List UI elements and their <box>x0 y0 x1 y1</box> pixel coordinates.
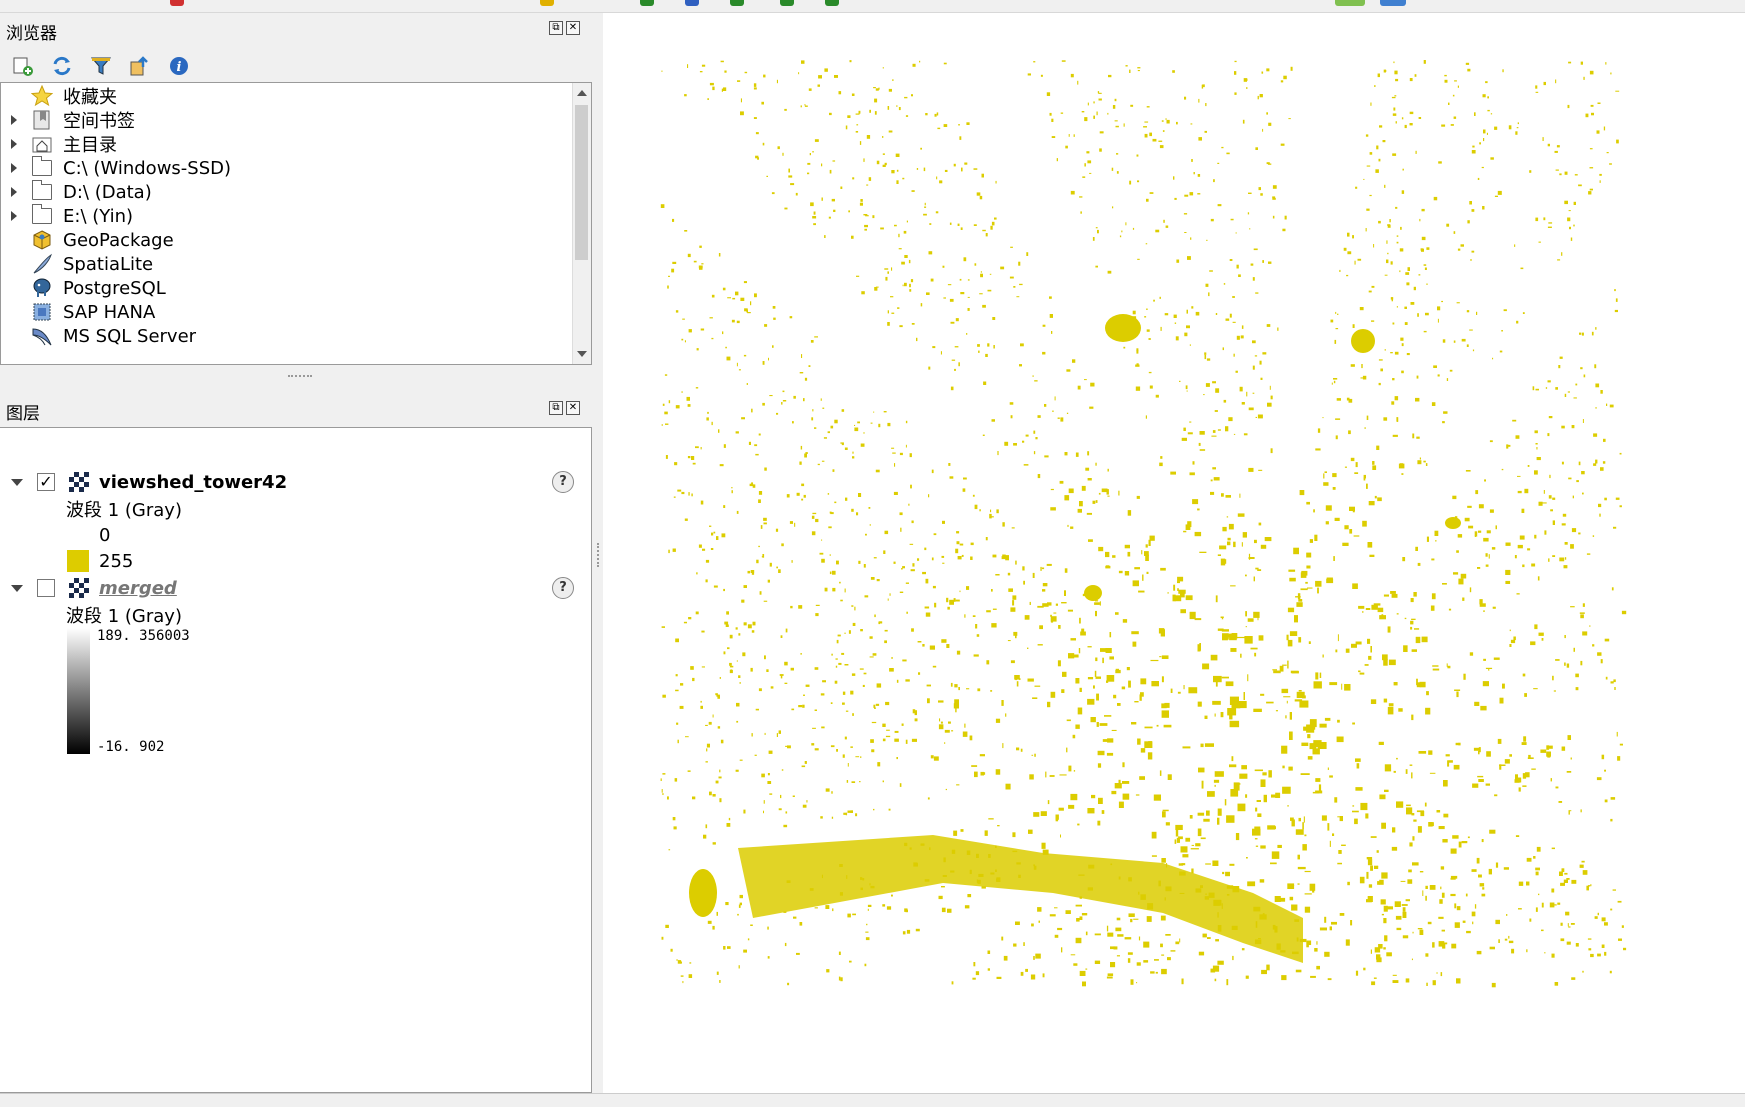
splitter-handle[interactable] <box>288 375 312 380</box>
status-bar-edge <box>0 1093 1745 1107</box>
top-toolbar-strip <box>0 0 1745 13</box>
layers-panel-title: 图层 <box>6 404 40 424</box>
expand-arrow-icon[interactable] <box>11 163 17 173</box>
toolbar-icon[interactable] <box>1380 0 1406 6</box>
browser-item-label: 收藏夹 <box>63 87 117 108</box>
browser-item-label: D:\ (Data) <box>63 181 152 203</box>
layers-panel: 图层 ⧉ ✕ εx ✓ <box>0 393 592 1093</box>
layer-row-viewshed[interactable]: ✓ viewshed_tower42 ? <box>0 469 590 495</box>
browser-item-label: PostgreSQL <box>63 277 166 299</box>
browser-item-label: C:\ (Windows-SSD) <box>63 157 232 179</box>
folder-icon <box>31 180 53 203</box>
toolbar-icon[interactable] <box>640 0 654 6</box>
float-panel-icon[interactable]: ⧉ <box>549 21 563 35</box>
float-panel-icon[interactable]: ⧉ <box>549 401 563 415</box>
ramp-max-label: 189. 356003 <box>97 628 190 644</box>
layer-name[interactable]: merged <box>99 578 177 599</box>
legend-value: 0 <box>99 524 111 546</box>
toolbar-icon[interactable] <box>730 0 744 6</box>
browser-item-label: SAP HANA <box>63 301 156 323</box>
folder-icon <box>31 204 53 227</box>
gray-color-ramp <box>67 628 90 754</box>
browser-scrollbar[interactable] <box>572 83 591 364</box>
layer-name[interactable]: viewshed_tower42 <box>99 472 287 493</box>
visible-patch <box>1084 585 1102 601</box>
visible-patch <box>1351 329 1375 353</box>
browser-item-label: E:\ (Yin) <box>63 205 134 227</box>
mssql-icon <box>31 325 53 347</box>
browser-item-label: 主目录 <box>63 135 117 156</box>
toolbar-icon[interactable] <box>780 0 794 6</box>
add-layer-icon[interactable] <box>12 55 34 77</box>
browser-panel: 浏览器 ⧉ ✕ i 收藏夹 空间书签 主目录 C:\ (Windows-SSD)… <box>0 13 592 393</box>
svg-text:i: i <box>177 60 182 75</box>
layer-visibility-checkbox[interactable] <box>37 579 55 597</box>
toolbar-icon[interactable] <box>685 0 699 6</box>
browser-item-label: MS SQL Server <box>63 325 197 347</box>
collapse-icon[interactable] <box>129 55 151 77</box>
close-panel-icon[interactable]: ✕ <box>566 21 580 35</box>
scrollbar-thumb[interactable] <box>575 105 588 260</box>
browser-dock-buttons: ⧉ ✕ <box>549 21 580 35</box>
collapse-arrow-icon[interactable] <box>11 478 23 486</box>
visible-patch <box>1105 314 1141 342</box>
band-label: 波段 1 (Gray) <box>66 500 182 521</box>
ramp-min-label: -16. 902 <box>97 739 165 755</box>
map-canvas[interactable] <box>603 13 1745 1093</box>
expand-arrow-icon[interactable] <box>11 187 17 197</box>
folder-icon <box>31 156 53 179</box>
toolbar-icon[interactable] <box>825 0 839 6</box>
expand-arrow-icon[interactable] <box>11 115 17 125</box>
refresh-icon[interactable] <box>51 55 73 77</box>
river-bank-area <box>738 835 1303 963</box>
layer-visibility-checkbox[interactable]: ✓ <box>37 473 55 491</box>
browser-tree: 收藏夹 空间书签 主目录 C:\ (Windows-SSD) D:\ (Data… <box>0 82 592 365</box>
band-label: 波段 1 (Gray) <box>66 606 182 627</box>
postgresql-icon <box>31 277 53 299</box>
home-folder-icon <box>31 133 53 155</box>
help-icon[interactable]: ? <box>552 471 574 493</box>
help-icon[interactable]: ? <box>552 577 574 599</box>
visible-patch <box>689 869 717 917</box>
legend-value: 255 <box>99 550 134 572</box>
browser-item-label: SpatiaLite <box>63 253 154 275</box>
collapse-arrow-icon[interactable] <box>11 584 23 592</box>
expand-arrow-icon[interactable] <box>11 139 17 149</box>
toolbar-icon[interactable] <box>540 0 554 6</box>
info-icon[interactable]: i <box>168 55 190 77</box>
filter-icon[interactable] <box>90 55 112 77</box>
spatialite-icon <box>31 253 53 275</box>
expand-arrow-icon[interactable] <box>11 211 17 221</box>
sap-hana-icon <box>31 301 53 323</box>
close-panel-icon[interactable]: ✕ <box>566 401 580 415</box>
scroll-down-icon[interactable] <box>577 351 587 357</box>
visible-patch <box>1445 517 1461 529</box>
legend-swatch-yellow <box>67 550 89 572</box>
legend-swatch-white <box>68 525 88 545</box>
geopackage-icon <box>31 229 53 251</box>
layers-tree: ✓ viewshed_tower42 ? 波段 1 (Gray) 0 255 m… <box>0 427 592 1093</box>
bookmark-icon <box>31 109 53 131</box>
star-icon <box>31 85 53 107</box>
browser-item-label: GeoPackage <box>63 229 174 251</box>
browser-item-label: 空间书签 <box>63 111 135 132</box>
toolbar-icon[interactable] <box>170 0 184 6</box>
browser-panel-title: 浏览器 <box>6 24 57 44</box>
viewshed-raster <box>660 60 1627 988</box>
browser-toolbar: i <box>12 55 190 77</box>
layer-row-merged[interactable]: merged ? <box>0 575 590 601</box>
layers-dock-buttons: ⧉ ✕ <box>549 401 580 415</box>
panel-splitter[interactable] <box>594 13 602 1093</box>
scroll-up-icon[interactable] <box>577 90 587 96</box>
toolbar-icon[interactable] <box>1335 0 1365 6</box>
raster-layer-icon <box>69 472 89 492</box>
raster-layer-icon <box>69 578 89 598</box>
